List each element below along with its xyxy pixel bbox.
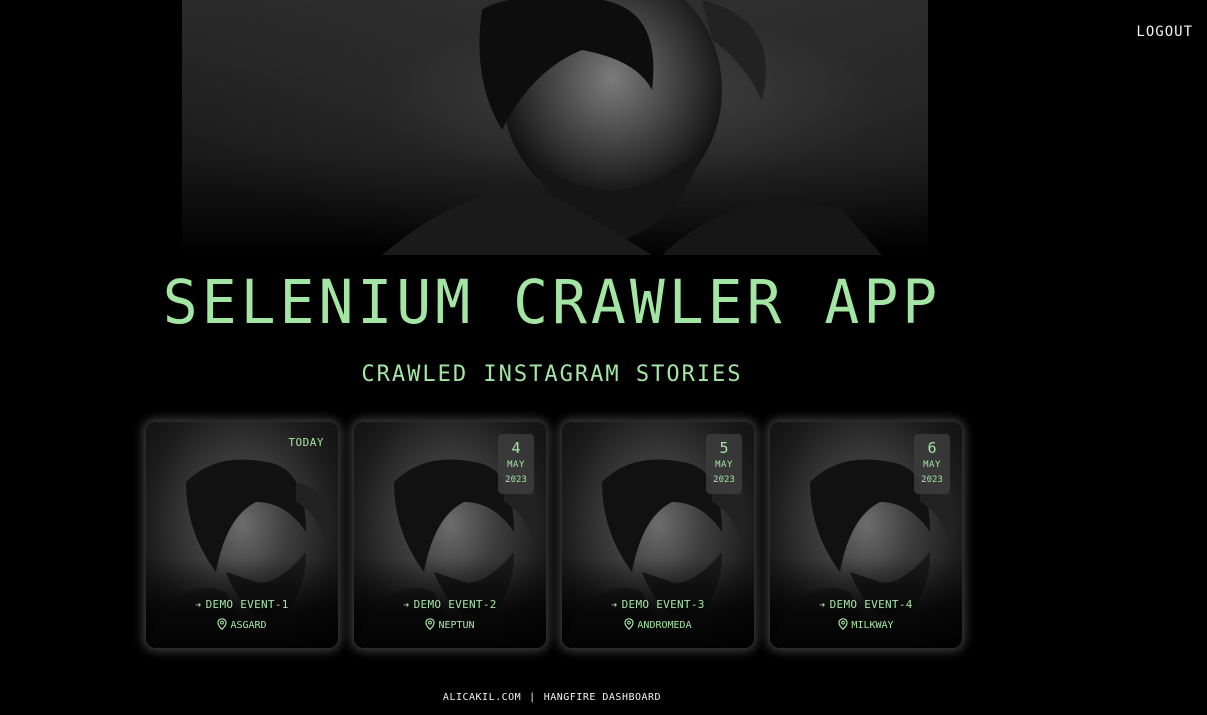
story-cards: TODAY ➔ DEMO EVENT-1 ASGARD 4 MAY 2023 ➔ D… [146,422,962,648]
footer-link-alicakil[interactable]: ALICAKIL.COM [443,692,521,703]
hero-image [182,0,928,255]
event-location: ANDROMEDA [562,618,754,631]
story-card[interactable]: TODAY ➔ DEMO EVENT-1 ASGARD [146,422,338,648]
footer: ALICAKIL.COM | HANGFIRE DASHBOARD [0,692,1104,703]
event-name: ➔ DEMO EVENT-1 [146,598,338,611]
date-month: MAY [923,460,941,470]
date-month: MAY [715,460,733,470]
arrow-right-icon: ➔ [611,600,618,611]
event-label: DEMO EVENT-4 [829,598,913,611]
date-badge: 6 MAY 2023 [914,434,950,494]
date-year: 2023 [921,475,943,485]
location-label: ANDROMEDA [637,620,692,631]
date-year: 2023 [505,475,527,485]
footer-separator: | [529,692,536,703]
event-location: MILKWAY [770,618,962,631]
arrow-right-icon: ➔ [195,600,202,611]
portrait-photo [382,0,882,255]
location-pin-icon [425,618,436,631]
story-card[interactable]: 4 MAY 2023 ➔ DEMO EVENT-2 NEPTUN [354,422,546,648]
arrow-right-icon: ➔ [819,600,826,611]
story-card[interactable]: 5 MAY 2023 ➔ DEMO EVENT-3 ANDROMEDA [562,422,754,648]
date-badge: 5 MAY 2023 [706,434,742,494]
event-location: ASGARD [146,618,338,631]
location-pin-icon [217,618,228,631]
date-day: 6 [927,439,937,457]
date-day: 5 [719,439,729,457]
date-badge: 4 MAY 2023 [498,434,534,494]
location-pin-icon [838,618,849,631]
event-location: NEPTUN [354,618,546,631]
event-label: DEMO EVENT-2 [413,598,497,611]
story-card[interactable]: 6 MAY 2023 ➔ DEMO EVENT-4 MILKWAY [770,422,962,648]
event-name: ➔ DEMO EVENT-2 [354,598,546,611]
event-name: ➔ DEMO EVENT-4 [770,598,962,611]
arrow-right-icon: ➔ [403,600,410,611]
event-label: DEMO EVENT-3 [621,598,705,611]
date-day: 4 [511,439,521,457]
date-year: 2023 [713,475,735,485]
page-title: SELENIUM CRAWLER APP [162,266,942,338]
logout-link[interactable]: LOGOUT [1136,24,1193,40]
date-month: MAY [507,460,525,470]
footer-link-hangfire[interactable]: HANGFIRE DASHBOARD [544,692,661,703]
location-label: MILKWAY [851,620,894,631]
event-name: ➔ DEMO EVENT-3 [562,598,754,611]
location-label: NEPTUN [438,620,475,631]
page-subtitle: CRAWLED INSTAGRAM STORIES [361,362,743,387]
location-label: ASGARD [230,620,267,631]
today-badge: TODAY [288,436,324,449]
event-label: DEMO EVENT-1 [205,598,289,611]
location-pin-icon [624,618,635,631]
